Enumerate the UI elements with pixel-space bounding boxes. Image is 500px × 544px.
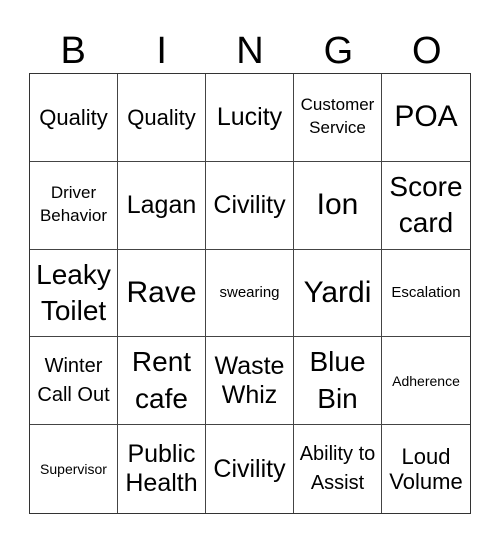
bingo-cell[interactable]: Quality [118,74,206,162]
bingo-cell[interactable]: Score card [382,162,470,250]
header-letter-g: G [323,30,354,72]
bingo-cell[interactable]: Driver Behavior [30,161,118,250]
bingo-cell[interactable]: Yardi [294,249,382,338]
bingo-cell[interactable]: Supervisor [30,425,118,513]
bingo-cell[interactable]: Ability to Assist [294,425,382,513]
bingo-grid: Quality Quality Lucity Customer Service … [29,73,471,514]
bingo-cell[interactable]: Quality [30,74,118,162]
bingo-cell[interactable]: Escalation [382,250,470,338]
bingo-cell[interactable]: Ion [294,161,382,250]
bingo-cell[interactable]: Waste Whiz [206,337,294,426]
bingo-cell[interactable]: Adherence [382,337,470,426]
bingo-cell[interactable]: Lagan [118,161,206,250]
bingo-cell[interactable]: Rave [118,249,206,338]
bingo-cell[interactable]: Lucity [206,74,294,162]
bingo-cell[interactable]: Loud Volume [382,425,470,513]
bingo-cell[interactable]: Civility [206,425,294,513]
bingo-cell[interactable]: Customer Service [294,74,382,162]
bingo-cell[interactable]: POA [382,74,470,162]
bingo-cell[interactable]: Civility [206,161,294,250]
bingo-cell[interactable]: Blue Bin [294,337,382,426]
header-letter-i: I [156,30,167,72]
bingo-cell[interactable]: Winter Call Out [30,337,118,426]
bingo-cell[interactable]: swearing [206,249,294,338]
header-letter-o: O [412,30,442,72]
header-letter-n: N [236,30,264,72]
header-letter-b: B [60,30,86,72]
bingo-cell[interactable]: Leaky Toilet [30,249,118,338]
bingo-cell[interactable]: Public Health [118,425,206,513]
bingo-cell[interactable]: Rent cafe [118,337,206,426]
bingo-header: B I N G O [29,30,471,72]
